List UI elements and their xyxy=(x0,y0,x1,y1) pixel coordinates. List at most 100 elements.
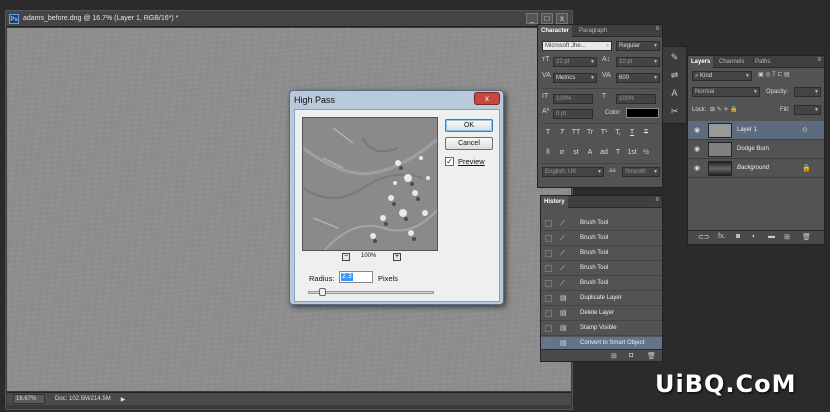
ok-button[interactable]: OK xyxy=(445,119,493,132)
radius-input[interactable]: 2.3 xyxy=(339,271,373,283)
fractions-button[interactable]: ½ xyxy=(640,148,652,158)
zoom-out-button[interactable]: − xyxy=(342,253,350,261)
document-tab[interactable]: Ps adams_before.dng @ 16.7% (Layer 1, RG… xyxy=(6,11,572,27)
layer-filter-select[interactable]: ⌕ Kind ▼ xyxy=(692,71,752,81)
history-item[interactable]: ⟋ Brush Tool xyxy=(541,277,662,291)
history-source-box[interactable] xyxy=(545,340,552,347)
eye-icon[interactable]: ◉ xyxy=(694,126,700,134)
ornaments-button[interactable]: T xyxy=(612,148,624,158)
brush-preset-icon[interactable]: ✎ xyxy=(667,51,682,64)
history-item[interactable]: ⟋ Brush Tool xyxy=(541,262,662,276)
lock-options-icons[interactable]: ⊠ ✎ ✛ 🔒 xyxy=(710,106,738,113)
adjust-icon[interactable]: ⇌ xyxy=(667,69,682,82)
underline-button[interactable]: T xyxy=(626,128,638,138)
language-select[interactable]: English: UK ▼ xyxy=(542,167,604,177)
layer-row[interactable]: ◉ Background 🔒 xyxy=(688,159,824,178)
filter-preview[interactable] xyxy=(302,117,438,251)
mask-icon[interactable]: ◙ xyxy=(736,233,740,240)
tracking-select[interactable]: 600 ▼ xyxy=(616,73,660,83)
zoom-in-button[interactable]: + xyxy=(393,253,401,261)
stylistic-alternates-button[interactable]: A xyxy=(584,148,596,158)
history-item[interactable]: ⟋ Brush Tool xyxy=(541,247,662,261)
history-source-box[interactable] xyxy=(545,295,552,302)
panel-menu-icon[interactable]: ≡ xyxy=(655,197,659,203)
faux-italic-button[interactable]: T xyxy=(556,128,568,138)
faux-bold-button[interactable]: T xyxy=(542,128,554,138)
leading-value: 10 pt xyxy=(619,59,633,65)
superscript-button[interactable]: T¹ xyxy=(598,128,610,138)
vertical-scale-field[interactable]: 100% xyxy=(553,94,593,104)
kerning-select[interactable]: Metrics ▼ xyxy=(553,73,597,83)
antialias-select[interactable]: Smooth ▼ xyxy=(622,167,660,177)
history-source-box[interactable] xyxy=(545,220,552,227)
discretionary-ligatures-button[interactable]: ơ xyxy=(556,148,568,158)
smart-object-icon: ⊙ xyxy=(802,127,808,134)
eye-icon[interactable]: ◉ xyxy=(694,164,700,172)
filter-type-icons[interactable]: ▣ ◎ T ⊏ ▤ xyxy=(758,71,790,78)
opacity-field[interactable]: ▼ xyxy=(794,87,821,97)
link-icon[interactable]: ⊂⊃ xyxy=(698,233,710,241)
layer-thumbnail xyxy=(708,161,732,176)
strikethrough-button[interactable]: T xyxy=(640,128,652,138)
tab-paragraph[interactable]: Paragraph xyxy=(576,25,610,37)
history-source-box[interactable] xyxy=(545,325,552,332)
new-document-from-state-icon[interactable]: ⊞ xyxy=(611,352,617,360)
baseline-shift-field[interactable]: 0 pt xyxy=(553,109,593,119)
dialog-close-button[interactable]: x xyxy=(474,92,500,105)
history-item[interactable]: ▤ Stamp Visible xyxy=(541,322,662,336)
history-source-box[interactable] xyxy=(545,310,552,317)
tab-history[interactable]: History xyxy=(541,196,568,208)
ligatures-button[interactable]: fi xyxy=(542,148,554,158)
camera-icon[interactable]: ◘ xyxy=(629,352,633,359)
trash-icon[interactable]: 🗑 xyxy=(802,233,811,241)
leading-select[interactable]: 10 pt ▼ xyxy=(616,57,660,67)
layer-row[interactable]: ◉ Dodge Burn xyxy=(688,140,824,159)
eye-icon[interactable]: ◉ xyxy=(694,145,700,153)
tab-paths[interactable]: Paths xyxy=(752,56,773,68)
history-source-box[interactable] xyxy=(545,280,552,287)
radius-slider-track[interactable] xyxy=(308,291,434,294)
close-button[interactable]: x xyxy=(556,13,568,24)
group-icon[interactable]: ▬ xyxy=(768,233,775,240)
cancel-button[interactable]: Cancel xyxy=(445,137,493,150)
history-item[interactable]: ▤ Delete Layer xyxy=(541,307,662,321)
font-style-select[interactable]: Regular ▼ xyxy=(616,41,660,51)
titling-alternates-button[interactable]: ad xyxy=(598,148,610,158)
preview-label[interactable]: Preview xyxy=(458,157,485,166)
layer-row[interactable]: ◉ Layer 1 ⊙ xyxy=(688,121,824,140)
history-item[interactable]: ▤ Duplicate Layer xyxy=(541,292,662,306)
panel-menu-icon[interactable]: ≡ xyxy=(655,26,659,32)
history-source-box[interactable] xyxy=(545,265,552,272)
history-item[interactable]: ⟋ Brush Tool xyxy=(541,217,662,231)
small-caps-button[interactable]: Tr xyxy=(584,128,596,138)
preview-checkbox[interactable]: ✓ xyxy=(445,157,454,166)
fill-field[interactable]: ▼ xyxy=(794,105,821,115)
history-source-box[interactable] xyxy=(545,235,552,242)
zoom-level-field[interactable]: 16.67% xyxy=(13,394,45,404)
fx-icon[interactable]: fx. xyxy=(718,233,725,240)
panel-menu-icon[interactable]: ≡ xyxy=(817,57,821,63)
status-menu-arrow-icon[interactable]: ▶ xyxy=(121,396,126,403)
font-family-select[interactable]: Microsoft Jhe... ▼ xyxy=(542,41,612,51)
ordinals-button[interactable]: 1st xyxy=(626,148,638,158)
horizontal-scale-field[interactable]: 100% xyxy=(616,94,656,104)
adjustment-icon[interactable]: ◐ xyxy=(752,233,756,240)
trash-icon[interactable]: 🗑 xyxy=(647,352,656,360)
subscript-button[interactable]: T, xyxy=(612,128,624,138)
all-caps-button[interactable]: TT xyxy=(570,128,582,138)
character-icon[interactable]: A xyxy=(667,87,682,100)
blend-mode-select[interactable]: Normal ▼ xyxy=(692,87,760,97)
history-source-box[interactable] xyxy=(545,250,552,257)
tab-layers[interactable]: Layers xyxy=(688,56,714,68)
swash-button[interactable]: st xyxy=(570,148,582,158)
tools-icon[interactable]: ✂ xyxy=(667,105,682,118)
radius-slider-thumb[interactable] xyxy=(319,288,326,296)
maximize-button[interactable]: □ xyxy=(541,13,553,24)
new-layer-icon[interactable]: ⊞ xyxy=(784,233,790,241)
font-size-select[interactable]: 22 pt ▼ xyxy=(553,57,597,67)
tab-channels[interactable]: Channels xyxy=(716,56,747,68)
history-item[interactable]: ⟋ Brush Tool xyxy=(541,232,662,246)
text-color-swatch[interactable] xyxy=(626,108,659,118)
minimize-button[interactable]: _ xyxy=(526,13,538,24)
tab-character[interactable]: Character xyxy=(538,25,573,37)
